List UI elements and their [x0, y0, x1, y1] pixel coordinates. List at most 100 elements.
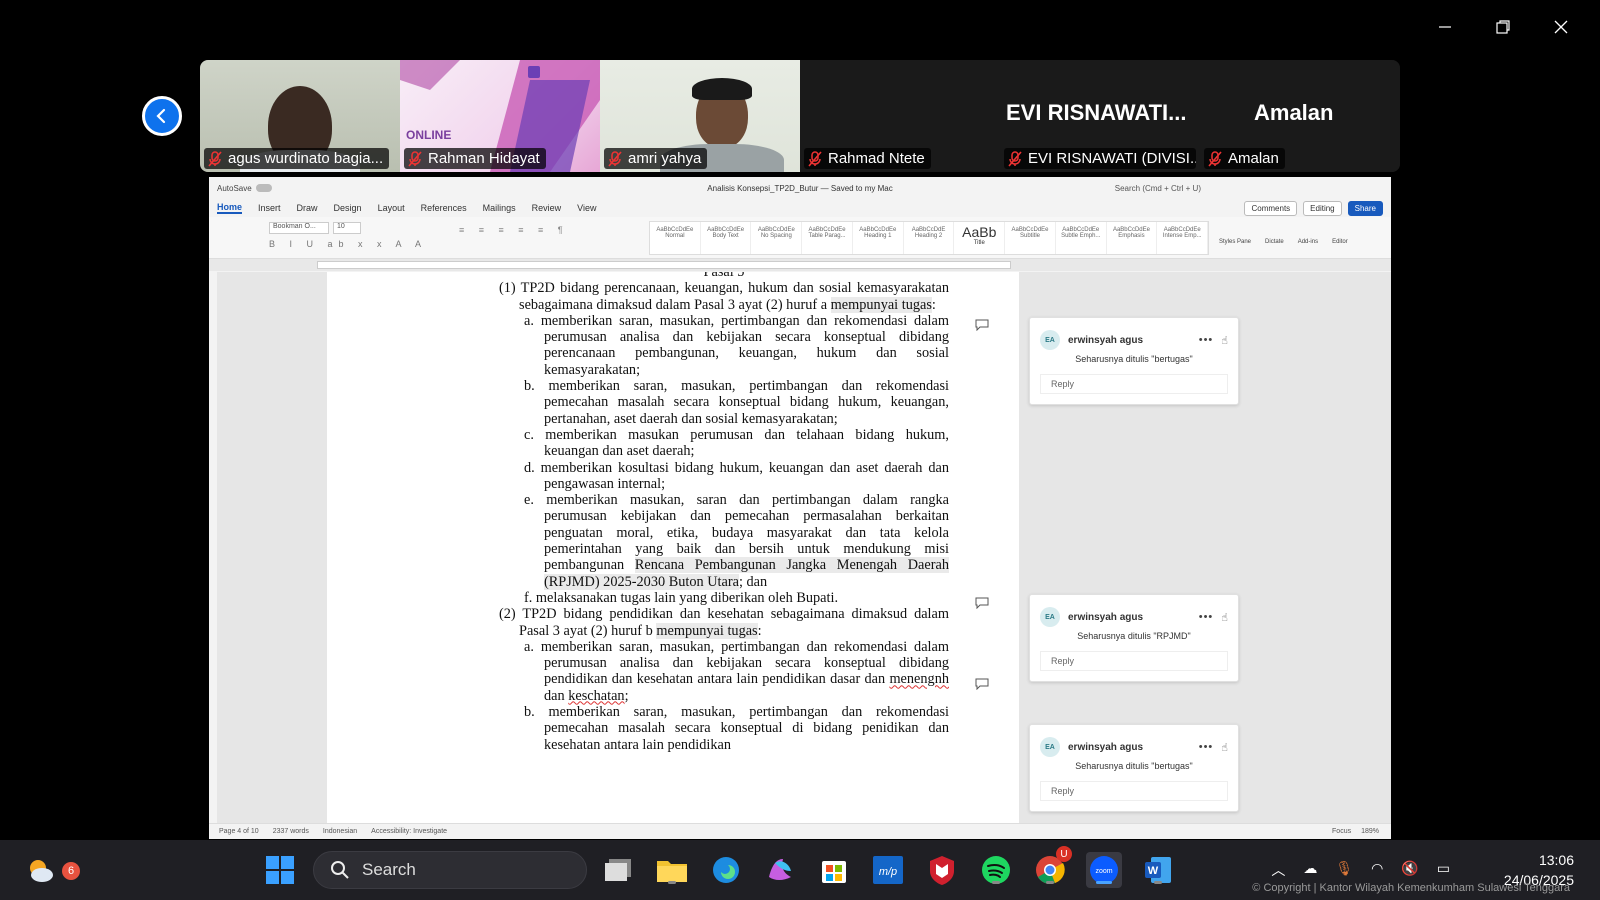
edge-icon[interactable] [708, 852, 744, 888]
participant-tile[interactable]: Rahmad Ntete [800, 60, 1000, 172]
ruler[interactable] [209, 259, 1391, 271]
style-heading-1[interactable]: AaBbCcDdEe Heading 1 [853, 222, 904, 254]
style-emphasis[interactable]: AaBbCcDdEe Emphasis [1107, 222, 1158, 254]
more-options-icon[interactable]: ••• [1199, 611, 1214, 623]
file-explorer-icon[interactable] [654, 852, 690, 888]
taskbar-search[interactable]: Search [313, 851, 587, 889]
tab-insert[interactable]: Insert [258, 203, 281, 213]
reply-input[interactable]: Reply [1040, 374, 1228, 394]
style-title[interactable]: AaBb Title [954, 222, 1006, 254]
system-tray: ︿ ☁ 🎙 ◠ 🔇 ▭ [1271, 860, 1450, 880]
reply-input[interactable]: Reply [1040, 781, 1228, 801]
document-text[interactable]: Pasal 5 (1) TP2D bidang perencanaan, keu… [499, 272, 949, 753]
svg-text:zoom: zoom [1095, 868, 1112, 875]
start-button[interactable] [262, 852, 298, 888]
style-no-spacing[interactable]: AaBbCcDdEe No Spacing [751, 222, 803, 254]
participant-tile[interactable]: EVI RISNAWATI... EVI RISNAWATI (DIVISI..… [1000, 60, 1200, 172]
style-body-text[interactable]: AaBbCcDdEe Body Text [701, 222, 752, 254]
participant-tile[interactable]: Amalan Amalan [1200, 60, 1400, 172]
autosave-toggle[interactable] [255, 184, 272, 192]
status-bar: Page 4 of 10 2337 words Indonesian Acces… [209, 823, 1391, 839]
comment-card[interactable]: EA erwinsyah agus ••• ☝ Seharusnya ditulis … [1029, 317, 1239, 405]
like-icon[interactable]: ☝ [1221, 741, 1228, 754]
mcafee-icon[interactable] [924, 852, 960, 888]
more-options-icon[interactable]: ••• [1199, 741, 1214, 753]
styles-pane-button[interactable]: Styles Pane [1219, 239, 1251, 245]
style-normal[interactable]: AaBbCcDdEe Normal [650, 222, 701, 254]
tab-layout[interactable]: Layout [378, 203, 405, 213]
chrome-icon[interactable]: U [1032, 846, 1072, 888]
word-icon[interactable]: W [1140, 852, 1176, 888]
paragraph-buttons[interactable]: ≡ ≡ ≡ ≡ ≡ ¶ [459, 225, 569, 235]
participant-name: Rahman Hidayat [428, 150, 540, 167]
app-icon-blue[interactable]: m/p [870, 852, 906, 888]
zoom-icon[interactable]: zoom [1086, 852, 1122, 888]
comment-marker-icon[interactable] [975, 678, 989, 690]
close-icon[interactable] [1532, 10, 1590, 44]
comment-marker-icon[interactable] [975, 597, 989, 609]
zoom-level[interactable]: 189% [1361, 828, 1379, 835]
participant-display-name: Amalan [1254, 100, 1334, 125]
format-buttons[interactable]: B I U ab x x A A [269, 239, 427, 249]
tab-design[interactable]: Design [334, 203, 362, 213]
reply-input[interactable]: Reply [1040, 651, 1228, 671]
wifi-icon[interactable]: ◠ [1371, 860, 1383, 880]
participant-tile[interactable]: amri yahya [600, 60, 800, 172]
style-heading-2[interactable]: AaBbCcDdE Heading 2 [904, 222, 955, 254]
participant-tile[interactable]: agus wurdinato bagia... [200, 60, 400, 172]
word-count[interactable]: 2337 words [273, 828, 309, 835]
page-count[interactable]: Page 4 of 10 [219, 828, 259, 835]
more-options-icon[interactable]: ••• [1199, 334, 1214, 346]
style-subtle-emphasis[interactable]: AaBbCcDdEe Subtle Emph... [1056, 222, 1107, 254]
avatar: EA [1040, 330, 1060, 350]
style-intense-emphasis[interactable]: AaBbCcDdEe Intense Emp... [1157, 222, 1209, 254]
onedrive-icon[interactable]: ☁ [1303, 860, 1317, 880]
tab-home[interactable]: Home [217, 202, 243, 214]
collapse-strip-button[interactable] [142, 96, 182, 136]
mic-muted-icon [1008, 150, 1022, 167]
document-canvas[interactable]: Pasal 5 (1) TP2D bidang perencanaan, keu… [217, 272, 1391, 832]
tab-draw[interactable]: Draw [297, 203, 318, 213]
tab-references[interactable]: References [421, 203, 467, 213]
search-box[interactable]: Search (Cmd + Ctrl + U) [1115, 184, 1201, 193]
style-table-paragraph[interactable]: AaBbCcDdEe Table Parag... [802, 222, 853, 254]
style-subtitle[interactable]: AaBbCcDdEe Subtitle [1005, 222, 1056, 254]
store-icon[interactable] [816, 852, 852, 888]
battery-icon[interactable]: ▭ [1437, 860, 1450, 880]
add-ins-button[interactable]: Add-ins [1298, 239, 1318, 245]
styles-gallery: AaBbCcDdEe Normal AaBbCcDdEe Body Text AaB… [649, 221, 1209, 255]
editor-button[interactable]: Editor [1332, 239, 1348, 245]
mic-muted-icon [808, 150, 822, 167]
task-view-icon[interactable] [600, 852, 636, 888]
mic-muted-icon [208, 150, 222, 167]
chevron-up-icon[interactable]: ︿ [1271, 860, 1285, 880]
weather-widget[interactable]: 6 [22, 852, 80, 888]
doc-title[interactable]: Analisis Konsepsi_TP2D_Butur — Saved to … [707, 184, 892, 193]
like-icon[interactable]: ☝ [1221, 334, 1228, 347]
comment-marker-icon[interactable] [975, 319, 989, 331]
like-icon[interactable]: ☝ [1221, 611, 1228, 624]
tab-review[interactable]: Review [532, 203, 562, 213]
avatar: EA [1040, 737, 1060, 757]
microphone-icon[interactable]: 🎙 [1335, 860, 1353, 880]
share-button[interactable]: Share [1347, 201, 1383, 216]
comments-button[interactable]: Comments [1244, 201, 1298, 216]
spotify-icon[interactable] [978, 852, 1014, 888]
language[interactable]: Indonesian [323, 828, 357, 835]
speaker-muted-icon[interactable]: 🔇 [1401, 860, 1418, 880]
focus-button[interactable]: Focus [1332, 828, 1351, 835]
minimize-icon[interactable] [1416, 10, 1474, 44]
tab-view[interactable]: View [577, 203, 596, 213]
comment-card[interactable]: EA erwinsyah agus ••• ☝ Seharusnya ditulis … [1029, 594, 1239, 682]
editing-button[interactable]: Editing [1303, 201, 1342, 216]
restore-icon[interactable] [1474, 10, 1532, 44]
tab-mailings[interactable]: Mailings [483, 203, 516, 213]
document-page[interactable]: Pasal 5 (1) TP2D bidang perencanaan, keu… [327, 272, 1019, 832]
comment-card[interactable]: EA erwinsyah agus ••• ☝ Seharusnya ditulis … [1029, 724, 1239, 812]
participant-tile[interactable]: ONLINE Rahman Hidayat [400, 60, 600, 172]
accessibility-status[interactable]: Accessibility: Investigate [371, 828, 447, 835]
copilot-icon[interactable] [762, 852, 798, 888]
font-name-select[interactable]: Bookman O... [269, 222, 329, 234]
dictate-button[interactable]: Dictate [1265, 239, 1284, 245]
font-size-select[interactable]: 10 [333, 222, 361, 234]
